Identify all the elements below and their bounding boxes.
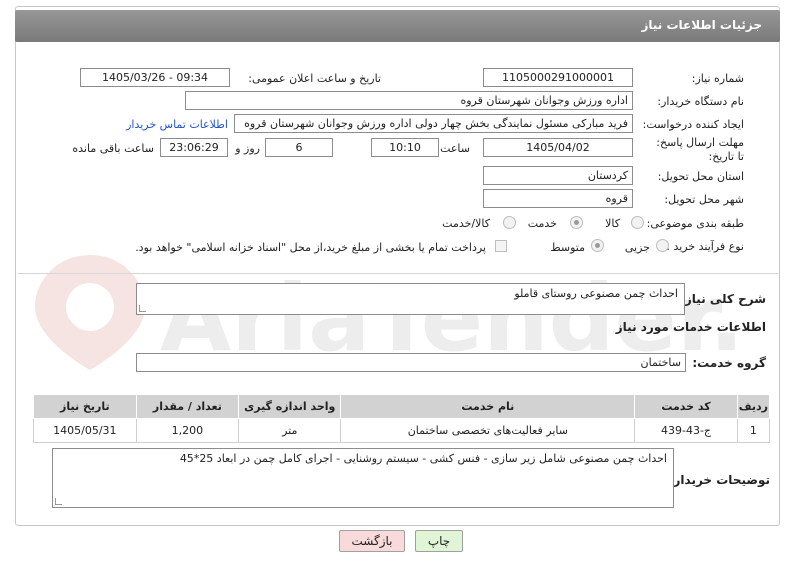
col-unit-header: واحد اندازه گیری [238, 394, 342, 419]
print-button[interactable]: چاپ [415, 530, 463, 552]
col-date-header: تاریخ نیاز [33, 394, 137, 419]
category-goods-service-radio[interactable] [503, 216, 516, 229]
cell-date: 1405/05/31 [33, 418, 137, 443]
province-field: کردستان [483, 166, 633, 185]
service-group-label: گروه خدمت: [692, 356, 766, 370]
need-number-label: شماره نیاز: [691, 72, 744, 85]
back-button[interactable]: بازگشت [339, 530, 405, 552]
header-bar: جزئیات اطلاعات نیاز [15, 10, 780, 42]
category-service-radio[interactable] [570, 216, 583, 229]
page-title: جزئیات اطلاعات نیاز [641, 18, 762, 32]
resize-handle-icon[interactable] [139, 305, 146, 312]
table-header-row: ردیف کد خدمت نام خدمت واحد اندازه گیری ت… [33, 394, 771, 419]
cell-unit: متر [238, 418, 342, 443]
general-desc-text: احداث چمن مصنوعی روستای قاملو [514, 287, 678, 300]
process-partial-label: جزیی [624, 241, 650, 254]
services-table: ردیف کد خدمت نام خدمت واحد اندازه گیری ت… [33, 394, 771, 443]
need-number-field: 1105000291000001 [483, 68, 633, 87]
process-partial-radio[interactable] [656, 239, 669, 252]
deadline-time-field: 10:10 [371, 138, 439, 157]
cell-name: سایر فعالیت‌های تخصصی ساختمان [340, 418, 636, 443]
deadline-time-label: ساعت [440, 142, 470, 155]
category-service-label: خدمت [527, 217, 557, 230]
time-remaining-field: 23:06:29 [160, 138, 228, 157]
buyer-contact-link[interactable]: اطلاعات تماس خریدار [126, 118, 228, 131]
days-remaining-field: 6 [265, 138, 333, 157]
category-goods-service-label: کالا/خدمت [442, 217, 490, 230]
process-medium-label: متوسط [550, 241, 585, 254]
cell-qty: 1,200 [135, 418, 240, 443]
city-field: قروه [483, 189, 633, 208]
divider [18, 273, 778, 274]
process-medium-radio[interactable] [591, 239, 604, 252]
col-qty-header: تعداد / مقدار [135, 394, 240, 419]
cell-row: 1 [736, 418, 771, 443]
service-group-field: ساختمان [136, 353, 686, 372]
public-date-field: 1405/03/26 - 09:34 [80, 68, 230, 87]
category-goods-radio[interactable] [631, 216, 644, 229]
public-date-label: تاریخ و ساعت اعلان عمومی: [248, 72, 381, 85]
city-label: شهر محل تحویل: [664, 193, 744, 206]
buyer-notes-text: احداث چمن مصنوعی شامل زیر سازی - فنس کشی… [179, 452, 667, 465]
category-goods-label: کالا [605, 217, 620, 230]
col-row-header: ردیف [736, 394, 771, 419]
treasury-note: پرداخت تمام یا بخشی از مبلغ خرید،از محل … [135, 241, 486, 254]
creator-field: فرید مبارکی مسئول نمایندگی بخش چهار دولی… [234, 114, 633, 133]
day-and-label: روز و [235, 142, 260, 155]
deadline-date-field: 1405/04/02 [483, 138, 633, 157]
buyer-org-field: اداره ورزش وجوانان شهرستان قروه [185, 91, 633, 110]
category-label: طبقه بندی موضوعی: [646, 217, 744, 230]
treasury-checkbox[interactable] [495, 240, 507, 252]
col-code-header: کد خدمت [634, 394, 738, 419]
table-row: 1 ج-43-439 سایر فعالیت‌های تخصصی ساختمان… [33, 418, 771, 443]
deadline-label: مهلت ارسال پاسخ: تا تاریخ: [656, 136, 744, 163]
general-desc-label: شرح کلی نیاز: [680, 292, 766, 306]
buyer-notes-textarea: احداث چمن مصنوعی شامل زیر سازی - فنس کشی… [52, 448, 674, 508]
general-desc-textarea: احداث چمن مصنوعی روستای قاملو [136, 283, 685, 315]
cell-code: ج-43-439 [634, 418, 738, 443]
resize-handle-icon[interactable] [55, 498, 62, 505]
hours-left-label: ساعت باقی مانده [72, 142, 154, 155]
col-name-header: نام خدمت [340, 394, 636, 419]
buyer-org-label: نام دستگاه خریدار: [657, 95, 744, 108]
process-type-label: نوع فرآیند خرید : [666, 240, 744, 253]
buyer-notes-label: توضیحات خریدار: [668, 473, 770, 487]
creator-label: ایجاد کننده درخواست: [642, 118, 744, 131]
services-info-heading: اطلاعات خدمات مورد نیاز [615, 320, 766, 334]
province-label: استان محل تحویل: [657, 170, 744, 183]
